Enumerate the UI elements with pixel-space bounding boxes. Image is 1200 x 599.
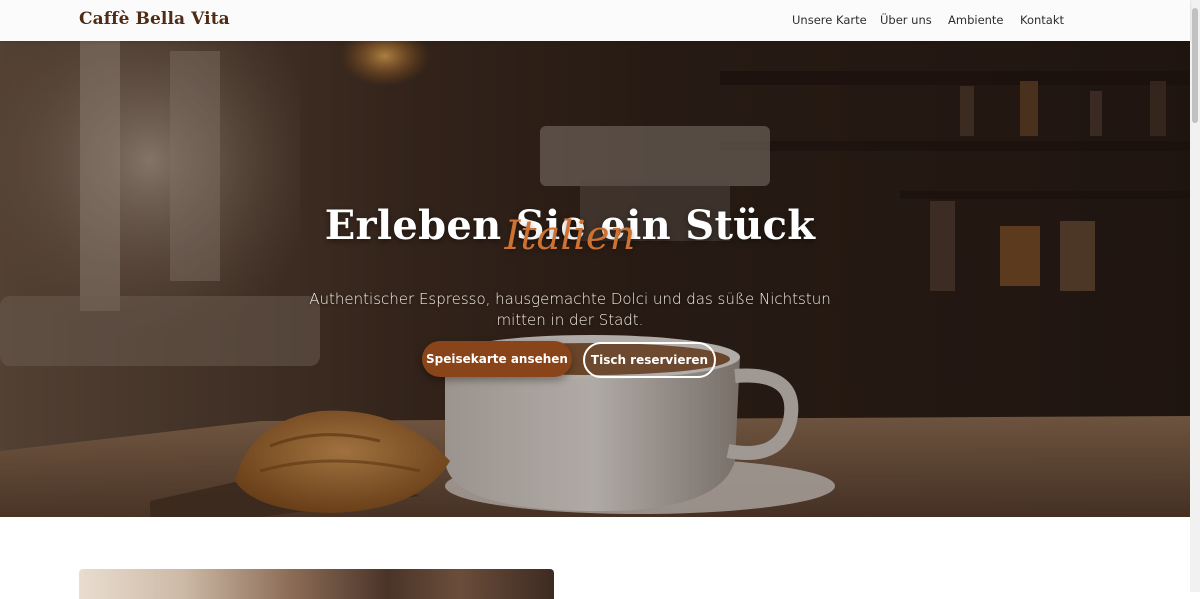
nav-link-ambiente[interactable]: Ambiente (948, 13, 1004, 27)
nav-link-ueber-uns[interactable]: Über uns (880, 13, 932, 27)
nav-link-unsere-karte[interactable]: Unsere Karte (792, 13, 867, 27)
reserve-table-button[interactable]: Tisch reservieren (583, 342, 716, 378)
view-menu-button[interactable]: Speisekarte ansehen (422, 341, 572, 377)
main-nav: Unsere Karte Über uns Ambiente Kontakt (0, 13, 1190, 33)
hero-overlay (0, 41, 1190, 517)
nav-link-kontakt[interactable]: Kontakt (1020, 13, 1064, 27)
page-scrollbar[interactable] (1190, 0, 1200, 592)
scrollbar-thumb[interactable] (1192, 8, 1198, 123)
hero-section: Erleben Sie ein Stück Italien Authentisc… (0, 41, 1190, 517)
navbar: Caffè Bella Vita Unsere Karte Über uns A… (0, 0, 1190, 41)
about-section-image (79, 569, 554, 599)
hero-subtitle: Authentischer Espresso, hausgemachte Dol… (309, 290, 831, 329)
hero-title-accent: Italien (504, 213, 636, 259)
